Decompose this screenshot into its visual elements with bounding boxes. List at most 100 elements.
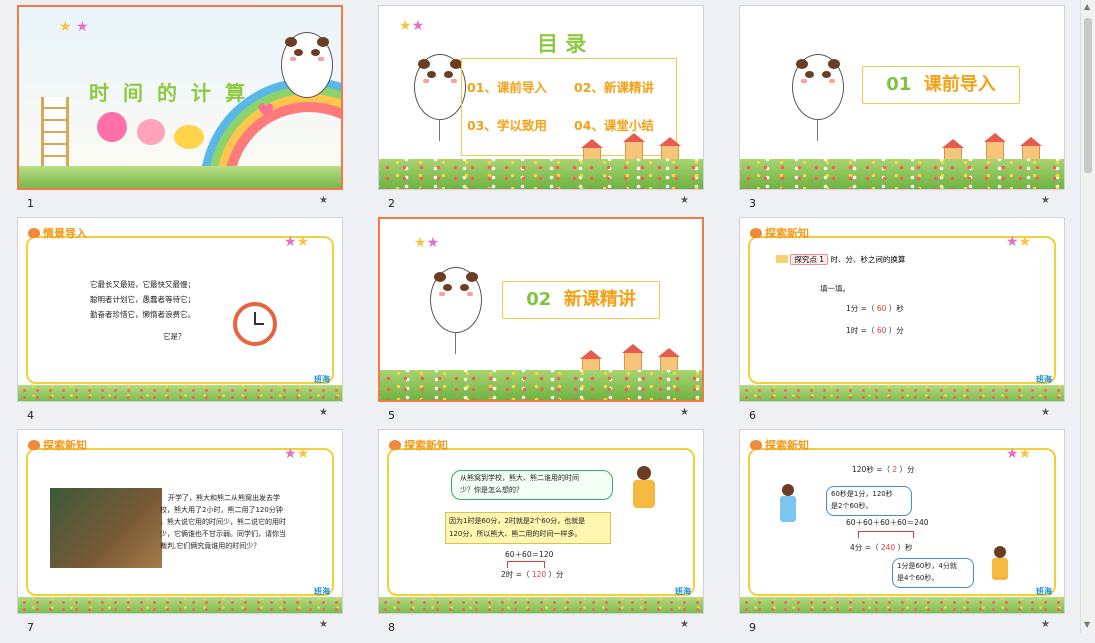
grass [19,166,341,188]
star-decoration: ★ ★ [59,19,89,35]
riddle-line-3: 勤奋者珍惜它，懒惰者浪费它。 [90,310,195,319]
equation-2: 1时 =（ 60 ）分 [846,326,904,335]
story-line-1: 开学了，熊大和熊二从熊窝出发去学 [168,494,280,502]
slide-canvas[interactable]: 情景导入 ★★ 它最长又最短，它最快又最慢； 聪明者计划它，愚蠢者等待它； 勤奋… [17,217,343,402]
slide-header: 情景导入 [28,225,87,241]
slide-canvas[interactable]: 01 课前导入 [739,5,1065,190]
scroll-up-arrow-icon[interactable]: ▲ [1084,2,1090,11]
grass [380,370,702,400]
vertical-scrollbar[interactable]: ▲ ▼ [1080,0,1095,633]
girl-character-2 [994,546,1006,558]
explanation-note: 因为1时是60分，2时就是2个60分，也就是 120分，所以熊大、熊二用的时间一… [445,512,611,544]
grass [740,159,1064,189]
scrollbar-thumb[interactable] [1084,18,1092,173]
toc-item-4: 04、课堂小结 [574,118,654,133]
section-title-box: 01 课前导入 [862,66,1020,104]
slide-canvas[interactable]: 探索新知 ★★ 120秒 =（ 2 ）分 60秒是1分，120秒 是2个60秒。… [739,429,1065,614]
fox-icon [750,440,762,450]
star-decoration: ★★ [414,235,440,251]
toc-title: 目 录 [537,32,587,56]
explore-tag-row: 探究点 1 时、分、秒之间的换算 [776,254,905,265]
slide-canvas[interactable]: ★★ 目 录 01、课前导入 02、新课精讲 03、学以致用 04、课堂小结 [378,5,704,190]
slide-star-icon[interactable]: ★ [680,195,689,206]
slide-thumbnail-8[interactable]: 探索新知 从熊窝到学校，熊大、熊二谁用的时间 少？你是怎么想的？ 因为1时是60… [378,429,704,643]
calc-arrow [858,531,914,538]
toc-item-3: 03、学以致用 [467,118,547,133]
brand-logo: 班海 [1036,375,1052,384]
slide-number: 9 [749,621,756,634]
speech-bubble: 从熊窝到学校，熊大、熊二谁用的时间 少？你是怎么想的？ [451,470,613,500]
bears-cartoon-image [50,488,162,568]
slide-star-icon[interactable]: ★ [319,407,328,418]
slide-title: 时间的计算 [89,81,259,105]
slide-star-icon[interactable]: ★ [1041,407,1050,418]
slide-star-icon[interactable]: ★ [680,619,689,630]
girl-character [782,484,794,496]
riddle-question: 它是？ [163,332,186,341]
grass [18,597,342,613]
section-title-box: 02 新课精讲 [502,281,660,319]
grass [740,597,1064,613]
section-number: 02 [526,289,552,310]
slide-star-icon[interactable]: ★ [319,619,328,630]
slide-canvas[interactable]: 探索新知 从熊窝到学校，熊大、熊二谁用的时间 少？你是怎么想的？ 因为1时是60… [378,429,704,614]
brand-logo: 班海 [314,587,330,596]
section-number: 01 [886,74,912,95]
slide-header: 探索新知 [750,225,809,241]
slide-thumbnail-4[interactable]: 情景导入 ★★ 它最长又最短，它最快又最慢； 聪明者计划它，愚蠢者等待它； 勤奋… [17,217,343,431]
explore-tag: 探究点 1 [790,254,829,265]
fox-icon [28,228,40,238]
brand-logo: 班海 [314,375,330,384]
fox-icon [750,228,762,238]
slide-thumbnail-9[interactable]: 探索新知 ★★ 120秒 =（ 2 ）分 60秒是1分，120秒 是2个60秒。… [739,429,1065,643]
slide-star-icon[interactable]: ★ [1041,195,1050,206]
star-decoration: ★★ [284,234,310,250]
slide-sorter-grid: 时间的计算 ♥ ★ ★ 1 ★ ★★ 目 录 01、课前导入 02、新课精讲 0… [0,0,1080,634]
dog-character [174,125,204,149]
calc-arrow [507,561,545,568]
scroll-down-arrow-icon[interactable]: ▼ [1084,620,1090,629]
girl-character-body [780,496,796,522]
girl-character [637,466,651,480]
grass [18,385,342,401]
explore-tag-text: 时、分、秒之间的换算 [830,255,906,264]
slide-header: 探索新知 [389,437,448,453]
slide-number: 2 [388,197,395,210]
slide-canvas[interactable]: 探索新知 ★★ 开学了，熊大和熊二从熊窝出发去学 校，熊大用了2小时，熊二用了1… [17,429,343,614]
prompt-text: 填一填。 [820,284,850,293]
slide-canvas[interactable]: ★★ 02 新课精讲 [378,217,704,402]
slide-number: 5 [388,409,395,422]
slide-thumbnail-5[interactable]: ★★ 02 新课精讲 5 ★ [378,217,704,431]
story-line-2: 校，熊大用了2小时，熊二用了120分钟 [160,506,283,514]
speech-bubble-1: 60秒是1分，120秒 是2个60秒。 [826,486,912,516]
star-decoration: ★★ [284,446,310,462]
bunny-character [97,112,127,142]
slide-number: 6 [749,409,756,422]
slide-canvas[interactable]: 探索新知 ★★ 探究点 1 时、分、秒之间的换算 填一填。 1分 =（ 60 ）… [739,217,1065,402]
slide-number: 8 [388,621,395,634]
slide-header: 探索新知 [750,437,809,453]
slide-header: 探索新知 [28,437,87,453]
grass [740,385,1064,401]
slide-number: 4 [27,409,34,422]
section-title: 新课精讲 [563,289,636,310]
riddle-line-1: 它最长又最短，它最快又最慢； [90,280,195,289]
slide-star-icon[interactable]: ★ [1041,619,1050,630]
slide-star-icon[interactable]: ★ [319,195,328,206]
panda-balloon [792,54,844,141]
story-line-4: 少，它俩谁也不甘示弱。同学们，请你当 [160,530,286,538]
slide-thumbnail-7[interactable]: 探索新知 ★★ 开学了，熊大和熊二从熊窝出发去学 校，熊大用了2小时，熊二用了1… [17,429,343,643]
grass [379,597,703,613]
slide-star-icon[interactable]: ★ [680,407,689,418]
slide-thumbnail-1[interactable]: 时间的计算 ♥ ★ ★ 1 ★ [17,5,343,219]
book-icon [776,255,788,263]
calc-line: 60＋60＝120 [505,550,554,559]
slide-thumbnail-2[interactable]: ★★ 目 录 01、课前导入 02、新课精讲 03、学以致用 04、课堂小结 2… [378,5,704,219]
slide-canvas[interactable]: 时间的计算 ♥ ★ ★ [17,5,343,190]
alarm-clock-icon [233,302,277,346]
ladder [41,97,69,177]
slide-thumbnail-6[interactable]: 探索新知 ★★ 探究点 1 时、分、秒之间的换算 填一填。 1分 =（ 60 ）… [739,217,1065,431]
slide-number: 7 [27,621,34,634]
calc-line: 60＋60＋60＋60＝240 [846,518,929,527]
slide-thumbnail-3[interactable]: 01 课前导入 3 ★ [739,5,1065,219]
